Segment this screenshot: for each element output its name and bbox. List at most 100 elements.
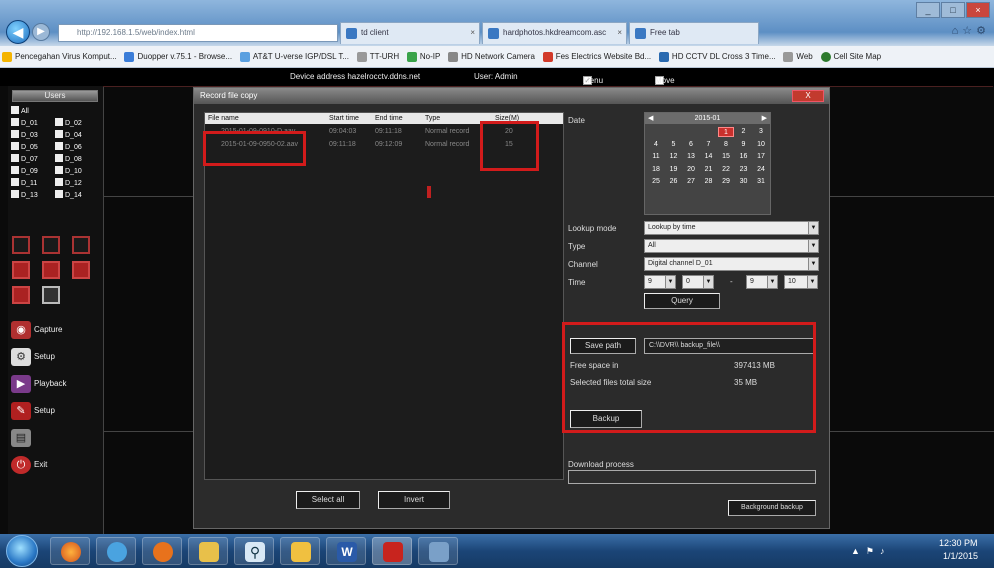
calendar-day[interactable]: 5 (666, 140, 682, 150)
calendar-day[interactable]: 9 (736, 140, 752, 150)
channel-select[interactable]: Digital channel D_01 ▼ (644, 257, 819, 271)
exit-button[interactable]: ⏻ Exit (11, 454, 99, 476)
channel-checkbox[interactable] (11, 154, 19, 162)
arrow-up-icon[interactable]: ▲ (851, 546, 866, 556)
channel-checkbox[interactable] (55, 154, 63, 162)
chevron-down-icon[interactable]: ▼ (808, 240, 818, 252)
end-minute-select[interactable]: 10 ▼ (784, 275, 818, 289)
browser-tab-3[interactable]: Free tab (629, 22, 759, 44)
col-end-time[interactable]: End time (375, 113, 403, 124)
channel-item[interactable]: D_09 (11, 166, 57, 177)
setup-button[interactable]: ⚙ Setup (11, 346, 99, 368)
col-type[interactable]: Type (425, 113, 440, 124)
calendar-day[interactable]: 25 (648, 177, 664, 187)
favorite-link[interactable]: AT&T U-verse IGP/DSL T... (238, 46, 352, 67)
type-select[interactable]: All ▼ (644, 239, 819, 253)
close-icon[interactable]: × (966, 2, 990, 18)
star-icon[interactable]: ☆ (962, 25, 976, 37)
calendar-day[interactable]: 6 (683, 140, 699, 150)
channel-item[interactable]: D_11 (11, 178, 57, 189)
calendar-day[interactable]: 18 (648, 165, 664, 175)
end-hour-select[interactable]: 9 ▼ (746, 275, 778, 289)
channel-item[interactable]: D_12 (55, 178, 101, 189)
maximize-icon[interactable]: □ (941, 2, 965, 18)
taskbar-app[interactable] (372, 537, 412, 565)
flag-icon[interactable]: ⚑ (866, 546, 880, 556)
calendar-day[interactable]: 31 (753, 177, 769, 187)
clock-date[interactable]: 1/1/2015 (943, 551, 978, 561)
calendar-day[interactable]: 23 (736, 165, 752, 175)
taskbar-app[interactable]: ⚲ (234, 537, 274, 565)
channel-item[interactable]: D_01 (11, 118, 57, 129)
calendar-day[interactable]: 29 (718, 177, 734, 187)
channel-checkbox[interactable] (11, 130, 19, 138)
channel-checkbox[interactable] (55, 142, 63, 150)
channel-item[interactable]: D_03 (11, 130, 57, 141)
calendar-day[interactable]: 28 (701, 177, 717, 187)
favorite-link[interactable]: Fes Electrics Website Bd... (541, 46, 654, 67)
calendar-day[interactable]: 2 (736, 127, 752, 137)
calendar-day[interactable]: 21 (701, 165, 717, 175)
address-bar[interactable]: http://192.168.1.5/web/index.html (58, 24, 338, 42)
calendar-day[interactable]: 4 (648, 140, 664, 150)
browser-tab-1[interactable]: td client × (340, 22, 480, 44)
taskbar-app[interactable] (96, 537, 136, 565)
calendar-day[interactable]: 8 (718, 140, 734, 150)
channel-item[interactable]: D_02 (55, 118, 101, 129)
col-start-time[interactable]: Start time (329, 113, 359, 124)
lookup-mode-select[interactable]: Lookup by time ▼ (644, 221, 819, 235)
calendar[interactable]: ◀ 2015-01 ▶ 1 2 3 4 5 6 7 8 9 10 11 12 13 14 15 16 17 18 19 2… (644, 112, 771, 215)
channel-checkbox[interactable] (55, 166, 63, 174)
favorite-link[interactable]: Web (781, 46, 815, 67)
channel-checkbox[interactable] (11, 118, 19, 126)
favorite-link[interactable]: Cell Site Map (819, 46, 885, 67)
calendar-day[interactable]: 3 (753, 127, 769, 137)
calendar-day[interactable]: 19 (666, 165, 682, 175)
channel-checkbox[interactable] (11, 106, 19, 114)
chevron-down-icon[interactable]: ▼ (808, 258, 818, 270)
channel-item[interactable]: D_08 (55, 154, 101, 165)
forward-arrow-icon[interactable]: ▶ (32, 23, 50, 41)
favorite-link[interactable]: Duopper v.75.1 - Browse... (122, 46, 235, 67)
calendar-day[interactable]: 17 (753, 152, 769, 162)
layout-1-icon[interactable] (12, 236, 30, 254)
tools-button[interactable]: ✎ Setup (11, 400, 99, 422)
calendar-day[interactable]: 20 (683, 165, 699, 175)
channel-checkbox[interactable] (55, 130, 63, 138)
close-icon[interactable]: × (617, 23, 622, 43)
channel-checkbox[interactable] (55, 190, 63, 198)
channel-item[interactable]: D_10 (55, 166, 101, 177)
minimize-icon[interactable]: _ (916, 2, 940, 18)
calendar-day[interactable]: 15 (718, 152, 734, 162)
close-icon[interactable]: × (470, 23, 475, 43)
capture-button[interactable]: ◉ Capture (11, 319, 99, 341)
chevron-down-icon[interactable]: ▼ (808, 222, 818, 234)
calendar-day[interactable]: 26 (666, 177, 682, 187)
calendar-day[interactable]: 16 (736, 152, 752, 162)
taskbar-app[interactable] (50, 537, 90, 565)
favorite-link[interactable]: No-IP (405, 46, 443, 67)
speaker-icon[interactable]: ♪ (880, 546, 891, 556)
calendar-day[interactable]: 27 (683, 177, 699, 187)
calendar-day[interactable]: 24 (753, 165, 769, 175)
background-backup-button[interactable]: Background backup (728, 500, 816, 516)
layout-16-icon[interactable] (72, 261, 90, 279)
back-arrow-icon[interactable]: ◀ (6, 20, 30, 44)
channel-item[interactable]: D_13 (11, 190, 57, 201)
tray-icons[interactable]: ▲⚑♪ (851, 546, 891, 557)
calendar-day[interactable]: 13 (683, 152, 699, 162)
layout-8-icon[interactable] (12, 261, 30, 279)
next-month-icon[interactable]: ▶ (762, 113, 767, 124)
channel-checkbox[interactable] (55, 118, 63, 126)
layout-full-icon[interactable] (12, 286, 30, 304)
layout-4-icon[interactable] (42, 236, 60, 254)
taskbar-app[interactable] (142, 537, 182, 565)
prev-month-icon[interactable]: ◀ (648, 113, 653, 124)
channel-item[interactable]: D_06 (55, 142, 101, 153)
calendar-day[interactable]: 30 (736, 177, 752, 187)
calendar-day[interactable]: 22 (718, 165, 734, 175)
browser-tab-2[interactable]: hardphotos.hkdreamcom.asc × (482, 22, 627, 44)
invert-button[interactable]: Invert (378, 491, 450, 509)
favorite-link[interactable]: Pencegahan Virus Komput... (0, 46, 120, 67)
favorite-link[interactable]: HD CCTV DL Cross 3 Time... (657, 46, 779, 67)
